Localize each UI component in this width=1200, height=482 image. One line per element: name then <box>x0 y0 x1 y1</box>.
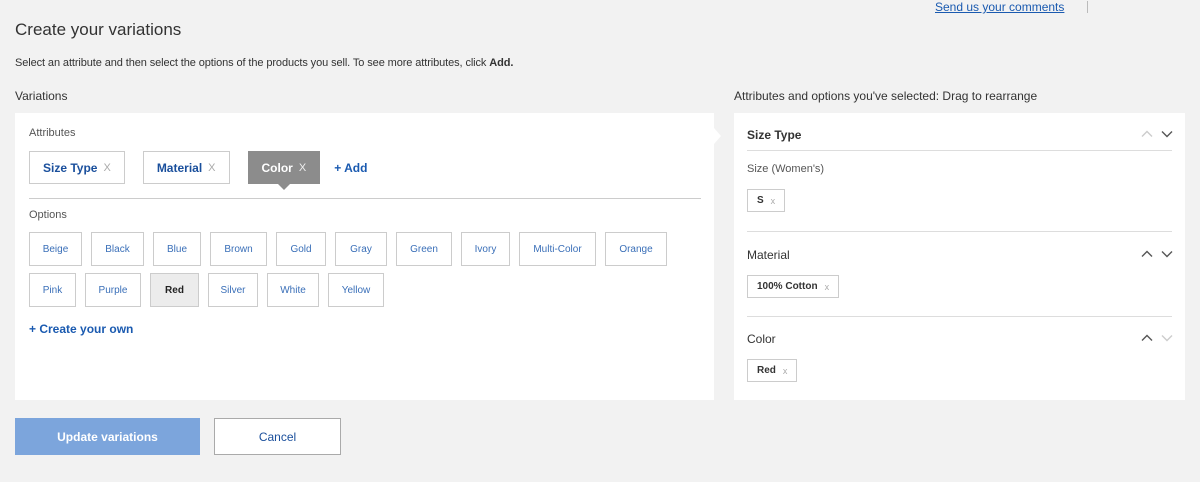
reorder-arrows <box>1141 248 1173 260</box>
attribute-chip-size-type[interactable]: Size Type X <box>29 151 125 184</box>
create-your-own-link[interactable]: + Create your own <box>29 322 133 336</box>
attribute-chip-color[interactable]: Color X <box>247 151 321 190</box>
selected-value-chip[interactable]: Red x <box>747 359 798 382</box>
group-title: Material <box>747 248 790 262</box>
update-variations-button[interactable]: Update variations <box>15 418 200 455</box>
option-blue[interactable]: Blue <box>153 232 201 266</box>
option-purple[interactable]: Purple <box>85 273 141 307</box>
option-red[interactable]: Red <box>150 273 199 307</box>
remove-icon[interactable]: X <box>103 162 110 174</box>
group-subname: Size (Women's) <box>747 163 825 175</box>
attributes-row: Size Type X Material X Color X + Add <box>29 151 367 190</box>
remove-icon[interactable]: x <box>771 196 776 206</box>
selected-value-chip[interactable]: 100% Cotton x <box>747 275 840 298</box>
attributes-label: Attributes <box>29 127 76 139</box>
option-brown[interactable]: Brown <box>210 232 267 266</box>
move-down-icon[interactable] <box>1161 248 1173 260</box>
divider <box>747 316 1172 317</box>
option-gray[interactable]: Gray <box>335 232 387 266</box>
reorder-arrows <box>1141 332 1173 344</box>
send-comments-link[interactable]: Send us your comments <box>935 0 1064 14</box>
remove-icon[interactable]: x <box>783 366 788 376</box>
divider <box>747 150 1172 151</box>
add-attribute-link[interactable]: + Add <box>334 161 367 175</box>
divider <box>747 231 1172 232</box>
option-orange[interactable]: Orange <box>605 232 667 266</box>
remove-icon[interactable]: X <box>208 162 215 174</box>
selected-label: Attributes and options you've selected: … <box>734 89 1038 103</box>
option-yellow[interactable]: Yellow <box>328 273 384 307</box>
variations-panel: Attributes Size Type X Material X Color X +… <box>15 113 721 400</box>
attribute-chip-material[interactable]: Material X <box>142 151 230 184</box>
option-white[interactable]: White <box>267 273 319 307</box>
move-up-icon[interactable] <box>1141 332 1153 344</box>
page-title: Create your variations <box>15 20 182 39</box>
feedback-separator <box>1087 1 1088 13</box>
move-up-icon[interactable] <box>1141 248 1153 260</box>
reorder-arrows <box>1141 128 1173 140</box>
option-silver[interactable]: Silver <box>208 273 258 307</box>
move-down-icon[interactable] <box>1161 128 1173 140</box>
option-ivory[interactable]: Ivory <box>461 232 510 266</box>
options-row: Pink Purple Red Silver White Yellow <box>29 273 709 307</box>
instructions: Select an attribute and then select the … <box>15 57 514 69</box>
move-down-icon[interactable] <box>1161 332 1173 344</box>
variations-label: Variations <box>15 89 68 103</box>
cancel-button[interactable]: Cancel <box>214 418 341 455</box>
option-beige[interactable]: Beige <box>29 232 82 266</box>
options-row: Beige Black Blue Brown Gold Gray Green I… <box>29 232 709 266</box>
option-multi-color[interactable]: Multi-Color <box>519 232 596 266</box>
options-label: Options <box>29 209 67 221</box>
divider <box>29 198 701 199</box>
move-up-icon[interactable] <box>1141 128 1153 140</box>
group-title: Color <box>747 332 776 346</box>
option-pink[interactable]: Pink <box>29 273 76 307</box>
option-gold[interactable]: Gold <box>276 232 326 266</box>
remove-icon[interactable]: X <box>299 162 306 174</box>
selected-panel: Size Type Size (Women's) Sx Material 100… <box>734 113 1185 400</box>
group-title: Size Type <box>747 128 802 142</box>
options-grid: Beige Black Blue Brown Gold Gray Green I… <box>29 232 709 314</box>
option-green[interactable]: Green <box>396 232 452 266</box>
panel-pointer <box>714 128 721 144</box>
option-black[interactable]: Black <box>91 232 144 266</box>
remove-icon[interactable]: x <box>825 282 830 292</box>
selected-value-chip[interactable]: Sx <box>747 189 786 212</box>
